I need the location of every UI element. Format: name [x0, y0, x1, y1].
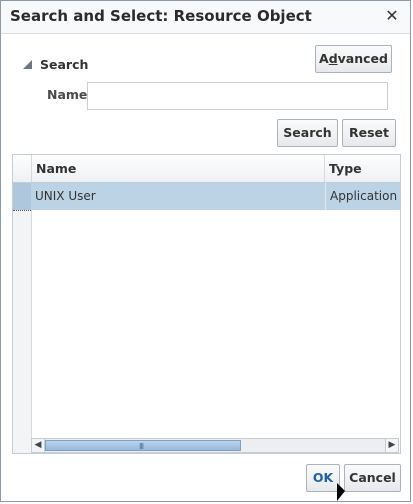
cell-type: Application [325, 183, 400, 210]
ok-button[interactable]: OK [306, 464, 340, 492]
scroll-right-arrow-icon[interactable]: ▶ [385, 439, 398, 452]
search-section-toggle[interactable]: Search [23, 56, 88, 72]
dialog-title: Search and Select: Resource Object [10, 7, 312, 25]
search-select-dialog: Search and Select: Resource Object ✕ Adv… [0, 0, 411, 502]
row-focus-indicator [13, 210, 31, 211]
row-header-cell[interactable] [13, 183, 31, 210]
search-button[interactable]: Search [277, 119, 338, 147]
dialog-titlebar: Search and Select: Resource Object ✕ [1, 1, 410, 34]
reset-button[interactable]: Reset [342, 119, 396, 147]
cell-name: UNIX User [35, 189, 96, 203]
advanced-label-prefix: A [319, 51, 329, 66]
close-icon[interactable]: ✕ [382, 5, 402, 27]
scrollbar-grip: III [139, 442, 144, 451]
table-header: Name Type [13, 155, 400, 183]
advanced-button[interactable]: Advanced [315, 45, 392, 73]
advanced-label-mnemonic: d [328, 51, 338, 66]
name-field-label: Name [47, 87, 88, 102]
column-header-type[interactable]: Type [325, 155, 400, 182]
search-section-label: Search [40, 56, 89, 72]
mouse-pointer-icon [337, 483, 345, 501]
scroll-left-arrow-icon[interactable]: ◀ [32, 439, 45, 452]
table-row[interactable]: UNIX User Application [13, 183, 400, 210]
column-header-name[interactable]: Name [31, 155, 325, 182]
horizontal-scrollbar[interactable]: ◀ III ▶ [31, 438, 399, 453]
advanced-label-suffix: vanced [337, 51, 388, 66]
name-input[interactable] [87, 82, 388, 110]
collapse-triangle-icon [23, 59, 32, 69]
scrollbar-thumb[interactable]: III [45, 440, 241, 451]
cancel-button[interactable]: Cancel [344, 464, 401, 492]
results-table: Name Type UNIX User Application [12, 154, 401, 454]
